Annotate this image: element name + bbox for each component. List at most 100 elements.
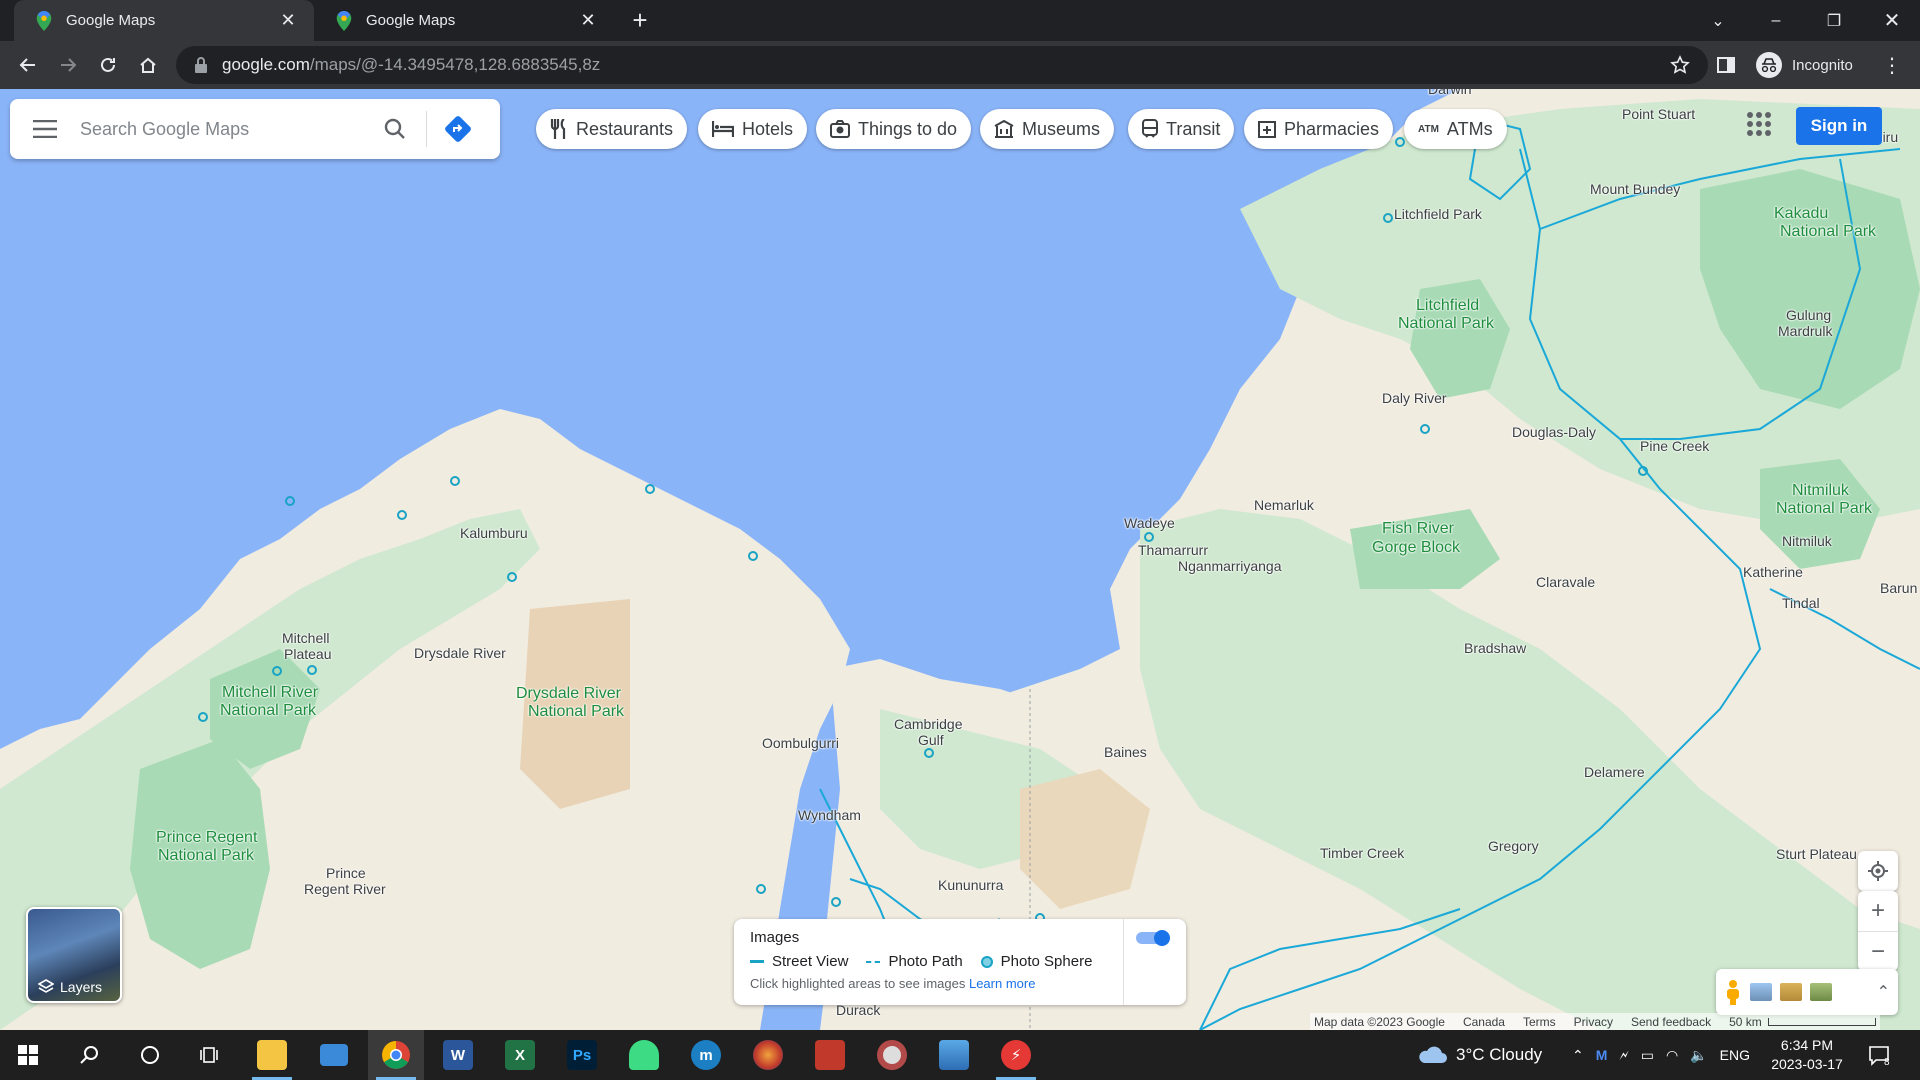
wifi-icon[interactable]: ◠ <box>1666 1047 1678 1064</box>
clock[interactable]: 6:34 PM 2023-03-17 <box>1762 1036 1852 1074</box>
send-feedback-link[interactable]: Send feedback <box>1631 1015 1711 1029</box>
word-icon[interactable]: W <box>430 1030 486 1080</box>
place-nitmiluk-town[interactable]: Nitmiluk <box>1782 533 1832 549</box>
place-nemarluk[interactable]: Nemarluk <box>1254 497 1314 513</box>
address-bar[interactable]: google.com/maps/@-14.3495478,128.6883545… <box>176 46 1708 84</box>
zoom-out-button[interactable]: − <box>1858 931 1898 971</box>
place-mitchell[interactable]: Mitchell <box>282 630 329 646</box>
place-wyndham[interactable]: Wyndham <box>798 807 861 823</box>
place-drysdale-river[interactable]: Drysdale River <box>414 645 506 661</box>
minimize-button[interactable]: – <box>1748 0 1804 41</box>
chrome-icon[interactable] <box>368 1030 424 1080</box>
place-cambridge[interactable]: Cambridge <box>894 716 962 732</box>
mu-app-icon[interactable]: m <box>678 1030 734 1080</box>
map-canvas[interactable]: Darwin Point Stuart Jabiru Mount Bundey … <box>0 89 1920 1030</box>
close-window-button[interactable]: ✕ <box>1864 0 1920 41</box>
my-location-button[interactable] <box>1858 851 1898 891</box>
place-timber-creek[interactable]: Timber Creek <box>1320 845 1404 861</box>
media-app-icon[interactable] <box>740 1030 796 1080</box>
sign-in-button[interactable]: Sign in <box>1796 107 1882 145</box>
place-kalumburu[interactable]: Kalumburu <box>460 525 528 541</box>
weather-widget[interactable]: 3°C Cloudy <box>1416 1030 1542 1080</box>
place-bradshaw[interactable]: Bradshaw <box>1464 640 1526 656</box>
chip-transit[interactable]: Transit <box>1128 109 1235 149</box>
menu-kebab-icon[interactable]: ⋮ <box>1882 49 1902 81</box>
control-panel-icon[interactable] <box>306 1030 362 1080</box>
place-pine-creek[interactable]: Pine Creek <box>1640 438 1709 454</box>
imagery-thumb-3[interactable] <box>1810 983 1832 1001</box>
start-button[interactable] <box>0 1030 56 1080</box>
pegman-icon[interactable] <box>1724 979 1742 1005</box>
flash-app-icon[interactable]: ⚡ <box>988 1030 1044 1080</box>
file-explorer-icon[interactable] <box>244 1030 300 1080</box>
tray-vpn-icon[interactable]: 🗲 <box>1619 1047 1628 1064</box>
photoshop-icon[interactable]: Ps <box>554 1030 610 1080</box>
notification-center-icon[interactable]: 8 <box>1868 1030 1890 1080</box>
side-panel-icon[interactable] <box>1716 49 1736 81</box>
place-gregory[interactable]: Gregory <box>1488 838 1539 854</box>
reload-icon[interactable] <box>92 49 124 81</box>
place-prince-regent[interactable]: Prince Regent <box>156 829 257 847</box>
volume-icon[interactable]: 🔈 <box>1690 1047 1707 1064</box>
layers-button[interactable]: Layers <box>26 907 122 1003</box>
place-gorge-block[interactable]: Gorge Block <box>1372 539 1460 557</box>
place-gulung[interactable]: Gulung <box>1786 307 1831 323</box>
region-link[interactable]: Canada <box>1463 1015 1505 1029</box>
place-thamarrurr[interactable]: Thamarrurr <box>1138 542 1208 558</box>
privacy-link[interactable]: Privacy <box>1574 1015 1613 1029</box>
learn-more-link[interactable]: Learn more <box>969 976 1035 991</box>
restore-button[interactable]: ❐ <box>1806 0 1862 41</box>
place-litchfield-np[interactable]: National Park <box>1398 315 1494 333</box>
place-douglas-daly[interactable]: Douglas-Daly <box>1512 424 1596 440</box>
chip-restaurants[interactable]: Restaurants <box>536 109 688 149</box>
forward-icon[interactable] <box>52 49 84 81</box>
place-mardrulk[interactable]: Mardrulk <box>1778 323 1832 339</box>
place-delamere[interactable]: Delamere <box>1584 764 1645 780</box>
close-tab-icon[interactable]: ✕ <box>578 10 598 31</box>
place-nganmarriyanga[interactable]: Nganmarriyanga <box>1178 558 1282 574</box>
place-mitchell-river-np[interactable]: National Park <box>220 702 316 720</box>
android-icon[interactable] <box>616 1030 672 1080</box>
search-input[interactable] <box>80 118 370 140</box>
directions-icon[interactable] <box>433 115 483 143</box>
place-fish-river[interactable]: Fish River <box>1382 520 1454 538</box>
photos-icon[interactable] <box>926 1030 982 1080</box>
chip-things-to-do[interactable]: Things to do <box>816 109 972 149</box>
place-katherine[interactable]: Katherine <box>1743 564 1803 580</box>
place-wadeye[interactable]: Wadeye <box>1124 515 1175 531</box>
images-toggle[interactable] <box>1136 929 1172 947</box>
cortana-icon[interactable] <box>122 1030 178 1080</box>
place-mount-bundey[interactable]: Mount Bundey <box>1590 181 1680 197</box>
imagery-thumb-1[interactable] <box>1750 983 1772 1001</box>
zoom-in-button[interactable]: + <box>1858 891 1898 931</box>
place-claravale[interactable]: Claravale <box>1536 574 1595 590</box>
chip-atms[interactable]: ATM ATMs <box>1404 109 1507 149</box>
place-gulf[interactable]: Gulf <box>918 732 944 748</box>
tray-expand-icon[interactable]: ⌃ <box>1572 1047 1584 1064</box>
back-icon[interactable] <box>12 49 44 81</box>
imagery-thumb-2[interactable] <box>1780 983 1802 1001</box>
place-litchfield-park[interactable]: Litchfield Park <box>1394 206 1482 222</box>
place-plateau[interactable]: Plateau <box>284 646 331 662</box>
tab-google-maps-2[interactable]: Google Maps ✕ <box>314 0 614 41</box>
place-drysdale-np[interactable]: National Park <box>528 703 624 721</box>
place-regent-river[interactable]: Regent River <box>304 881 386 897</box>
profile-incognito[interactable]: Incognito <box>1756 47 1853 83</box>
place-nitmiluk-np[interactable]: National Park <box>1776 500 1872 518</box>
place-kakadu-np[interactable]: National Park <box>1780 223 1876 241</box>
place-sturt-plateau[interactable]: Sturt Plateau <box>1776 846 1857 862</box>
new-tab-button[interactable]: + <box>624 5 656 37</box>
place-kununurra[interactable]: Kununurra <box>938 877 1003 893</box>
tab-search-icon[interactable]: ⌄ <box>1690 0 1746 41</box>
language-indicator[interactable]: ENG <box>1720 1047 1750 1063</box>
video-app-icon[interactable] <box>802 1030 858 1080</box>
place-daly-river[interactable]: Daly River <box>1382 390 1447 406</box>
hamburger-menu-icon[interactable] <box>10 120 80 138</box>
place-kakadu[interactable]: Kakadu <box>1774 205 1828 223</box>
place-litchfield[interactable]: Litchfield <box>1416 297 1479 315</box>
chip-museums[interactable]: Museums <box>980 109 1115 149</box>
place-baines[interactable]: Baines <box>1104 744 1147 760</box>
tray-app-icon[interactable]: M <box>1596 1047 1608 1063</box>
battery-icon[interactable]: ▭ <box>1641 1047 1654 1064</box>
task-view-icon[interactable] <box>182 1030 238 1080</box>
